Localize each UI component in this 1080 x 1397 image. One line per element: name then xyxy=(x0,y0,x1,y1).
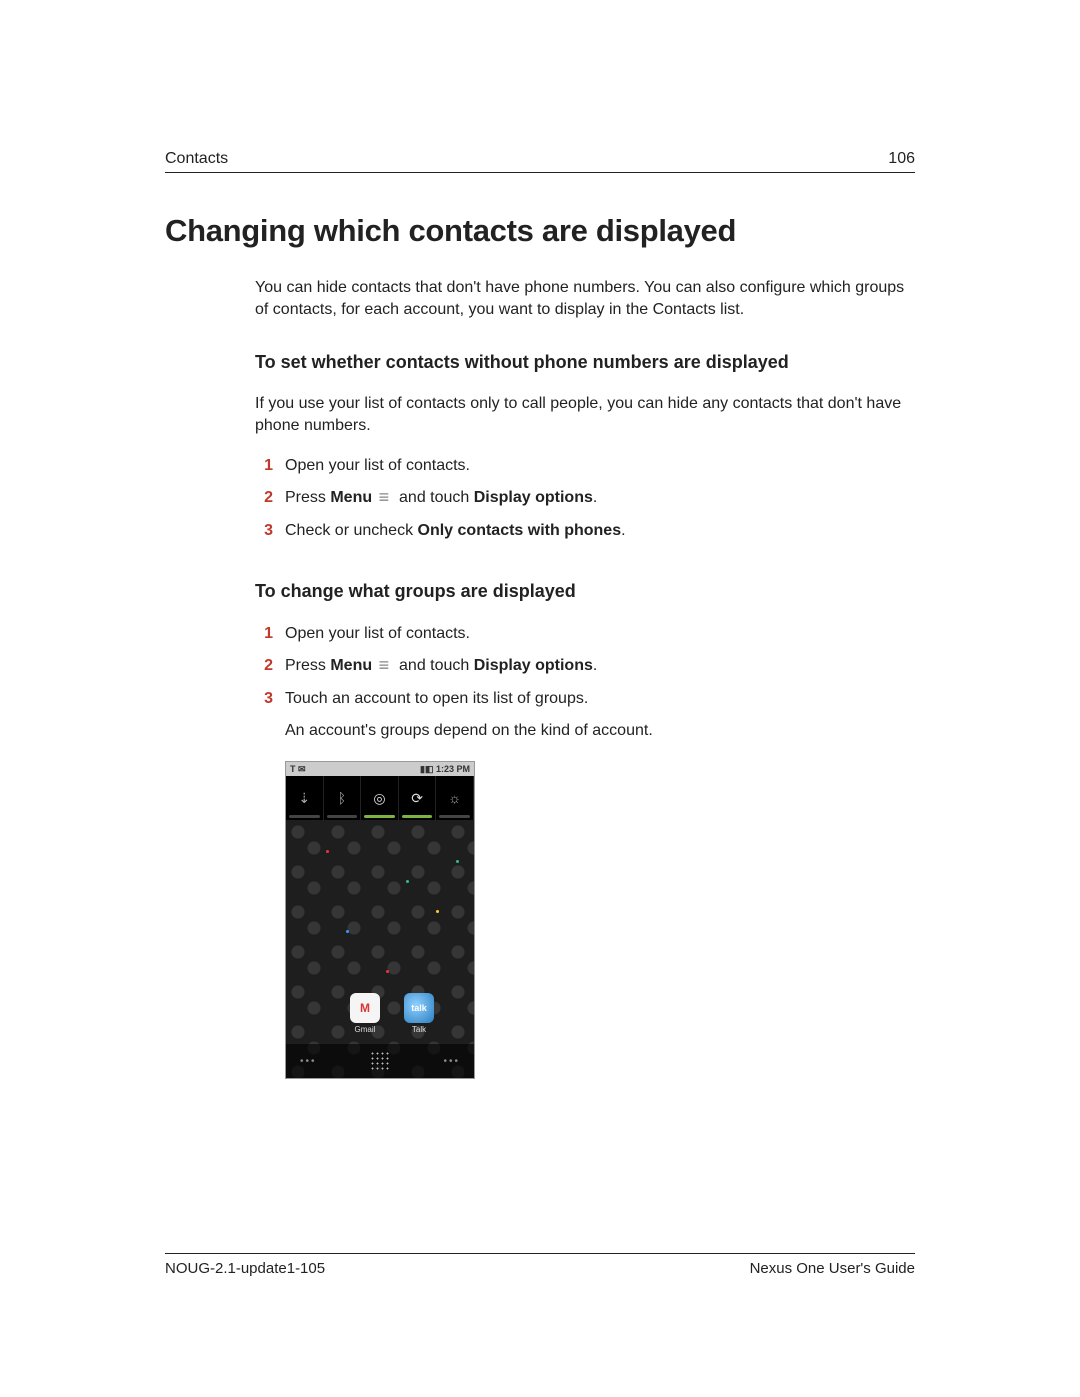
header-section: Contacts xyxy=(165,150,228,168)
section1-step1: 1 Open your list of contacts. xyxy=(255,454,915,478)
subhead-set-contacts-without-numbers: To set whether contacts without phone nu… xyxy=(255,352,915,373)
step-number: 3 xyxy=(255,687,273,711)
app-drawer-icon xyxy=(370,1051,390,1071)
section2-note: An account's groups depend on the kind o… xyxy=(285,719,915,743)
gmail-icon: M xyxy=(350,993,380,1023)
step-number: 1 xyxy=(255,622,273,646)
app-label: Gmail xyxy=(346,1025,384,1034)
step-number: 2 xyxy=(255,486,273,511)
phone-screenshot: T ✉ ▮◧ 1:23 PM ⇣ ᛒ ◎ ⟳ ☼ xyxy=(285,761,475,1079)
phone-dock: ••• ••• xyxy=(286,1044,474,1078)
app-gmail: M Gmail xyxy=(346,993,384,1034)
phone-statusbar: T ✉ ▮◧ 1:23 PM xyxy=(286,762,474,776)
section1-intro: If you use your list of contacts only to… xyxy=(255,393,915,436)
section1-step3: 3 Check or uncheck Only contacts with ph… xyxy=(255,519,915,543)
dock-dots-right: ••• xyxy=(443,1056,460,1067)
body-block: You can hide contacts that don't have ph… xyxy=(255,277,915,1079)
step-text: Open your list of contacts. xyxy=(285,454,915,478)
menu-icon xyxy=(379,487,393,511)
step-number: 3 xyxy=(255,519,273,543)
step-number: 2 xyxy=(255,654,273,679)
section2-step3: 3 Touch an account to open its list of g… xyxy=(255,687,915,711)
app-label: Talk xyxy=(400,1025,438,1034)
app-talk: talk Talk xyxy=(400,993,438,1034)
step-number: 1 xyxy=(255,454,273,478)
section2-step2: 2 Press Menu and touch Display options. xyxy=(255,654,915,679)
main-content: Contacts 106 Changing which contacts are… xyxy=(165,150,915,1079)
document-page: Contacts 106 Changing which contacts are… xyxy=(0,0,1080,1397)
menu-icon xyxy=(379,655,393,679)
step-text: Press Menu and touch Display options. xyxy=(285,654,915,679)
subhead-change-groups: To change what groups are displayed xyxy=(255,581,915,602)
phone-app-row: M Gmail talk Talk xyxy=(286,993,474,1034)
intro-paragraph: You can hide contacts that don't have ph… xyxy=(255,277,915,320)
statusbar-right: ▮◧ 1:23 PM xyxy=(420,764,470,775)
footer-right: Nexus One User's Guide xyxy=(750,1260,915,1277)
header-page-number: 106 xyxy=(888,150,915,168)
power-control-widget: ⇣ ᛒ ◎ ⟳ ☼ xyxy=(286,776,474,820)
step-text: Open your list of contacts. xyxy=(285,622,915,646)
running-header: Contacts 106 xyxy=(165,150,915,173)
dock-dots-left: ••• xyxy=(300,1056,317,1067)
step-text: Press Menu and touch Display options. xyxy=(285,486,915,511)
running-footer: NOUG-2.1-update1-105 Nexus One User's Gu… xyxy=(165,1253,915,1277)
brightness-icon: ☼ xyxy=(436,776,474,820)
phone-wallpaper: M Gmail talk Talk ••• ••• xyxy=(286,820,474,1078)
section1-step2: 2 Press Menu and touch Display options. xyxy=(255,486,915,511)
gps-icon: ◎ xyxy=(361,776,399,820)
page-title: Changing which contacts are displayed xyxy=(165,213,915,249)
statusbar-left: T ✉ xyxy=(290,764,306,775)
bluetooth-icon: ᛒ xyxy=(324,776,362,820)
sync-icon: ⟳ xyxy=(399,776,437,820)
step-text: Check or uncheck Only contacts with phon… xyxy=(285,519,915,543)
wifi-icon: ⇣ xyxy=(286,776,324,820)
section2-step1: 1 Open your list of contacts. xyxy=(255,622,915,646)
talk-icon: talk xyxy=(404,993,434,1023)
footer-left: NOUG-2.1-update1-105 xyxy=(165,1260,325,1277)
step-text: Touch an account to open its list of gro… xyxy=(285,687,915,711)
